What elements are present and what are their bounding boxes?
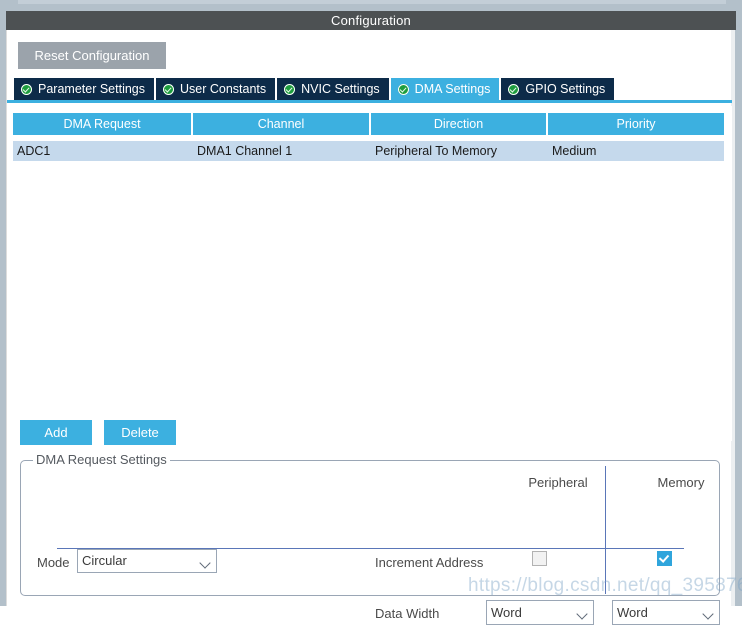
check-circle-icon bbox=[284, 83, 296, 95]
check-circle-icon bbox=[508, 83, 520, 95]
cell-priority: Medium bbox=[552, 144, 597, 158]
cell-dma-request: ADC1 bbox=[17, 144, 51, 158]
cell-direction: Peripheral To Memory bbox=[375, 144, 498, 158]
tab-user-constants[interactable]: User Constants bbox=[156, 78, 276, 100]
delete-button[interactable]: Delete bbox=[104, 420, 176, 445]
chevron-down-icon bbox=[702, 608, 714, 620]
mode-select[interactable]: Circular bbox=[77, 549, 217, 573]
dma-request-settings-panel: DMA Request Settings Peripheral Memory M… bbox=[20, 452, 720, 625]
chevron-down-icon bbox=[576, 608, 588, 620]
increment-address-memory-checkbox[interactable] bbox=[657, 551, 672, 566]
dma-request-table-body: ADC1 DMA1 Channel 1 Peripheral To Memory… bbox=[13, 141, 724, 161]
window-title-bar: Configuration bbox=[6, 11, 736, 30]
tab-dma-settings-label: DMA Settings bbox=[414, 82, 491, 96]
column-header-priority[interactable]: Priority bbox=[548, 113, 724, 135]
column-header-dma-request[interactable]: DMA Request bbox=[13, 113, 191, 135]
data-width-peripheral-value: Word bbox=[491, 605, 522, 620]
increment-address-peripheral-checkbox[interactable] bbox=[532, 551, 547, 566]
check-circle-icon bbox=[163, 83, 174, 95]
settings-tab-bar: Parameter Settings User Constants NVIC S… bbox=[14, 78, 615, 100]
peripheral-memory-divider bbox=[605, 466, 606, 594]
window-top-strip-highlight bbox=[18, 0, 726, 4]
tab-active-underline bbox=[7, 100, 732, 103]
mode-label: Mode bbox=[37, 555, 70, 570]
check-circle-icon bbox=[397, 83, 409, 95]
tab-dma-settings[interactable]: DMA Settings bbox=[390, 78, 500, 100]
tab-nvic-settings[interactable]: NVIC Settings bbox=[277, 78, 389, 100]
window-right-gutter bbox=[731, 30, 742, 606]
check-circle-icon bbox=[21, 83, 32, 95]
dma-request-table: DMA Request Channel Direction Priority A… bbox=[7, 106, 732, 441]
column-header-channel[interactable]: Channel bbox=[193, 113, 369, 135]
column-label-memory: Memory bbox=[657, 475, 705, 490]
mode-select-value: Circular bbox=[82, 553, 127, 568]
data-width-memory-value: Word bbox=[617, 605, 648, 620]
table-action-buttons: Add Delete bbox=[20, 420, 176, 445]
data-width-peripheral-select[interactable]: Word bbox=[486, 600, 594, 625]
configuration-content-pane: Reset Configuration Parameter Settings U… bbox=[6, 30, 732, 625]
add-button[interactable]: Add bbox=[20, 420, 92, 445]
dma-request-settings-legend: DMA Request Settings bbox=[33, 452, 170, 467]
tab-user-constants-label: User Constants bbox=[180, 82, 267, 96]
tab-gpio-settings[interactable]: GPIO Settings bbox=[501, 78, 615, 100]
data-width-memory-select[interactable]: Word bbox=[612, 600, 720, 625]
dma-request-table-header: DMA Request Channel Direction Priority bbox=[13, 113, 724, 135]
column-label-peripheral: Peripheral bbox=[528, 475, 588, 490]
column-header-direction[interactable]: Direction bbox=[371, 113, 546, 135]
tab-gpio-settings-label: GPIO Settings bbox=[525, 82, 606, 96]
increment-address-label: Increment Address bbox=[375, 555, 484, 570]
tab-parameter-settings-label: Parameter Settings bbox=[38, 82, 145, 96]
window-top-strip bbox=[0, 0, 742, 11]
chevron-down-icon bbox=[199, 557, 211, 569]
table-row[interactable]: ADC1 DMA1 Channel 1 Peripheral To Memory… bbox=[13, 141, 724, 161]
application-window: Configuration Reset Configuration Parame… bbox=[0, 0, 742, 625]
data-width-label: Data Width bbox=[375, 606, 440, 621]
cell-channel: DMA1 Channel 1 bbox=[197, 144, 293, 158]
tab-parameter-settings[interactable]: Parameter Settings bbox=[14, 78, 154, 100]
window-title: Configuration bbox=[331, 13, 411, 28]
tab-nvic-settings-label: NVIC Settings bbox=[301, 82, 380, 96]
reset-configuration-button[interactable]: Reset Configuration bbox=[18, 42, 166, 69]
reset-configuration-label: Reset Configuration bbox=[34, 48, 150, 63]
